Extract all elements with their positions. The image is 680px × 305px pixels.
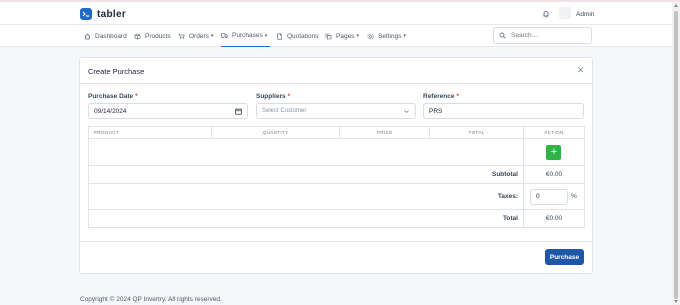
suppliers-label: Suppliers * (256, 93, 291, 100)
gear-icon (367, 33, 374, 39)
file-icon (277, 33, 282, 39)
nav-label: Purchases (232, 32, 263, 39)
total-value: €0.00 (522, 209, 586, 228)
chevron-down-icon: ▾ (356, 33, 359, 39)
chevron-down-icon: ▾ (264, 32, 268, 39)
taxes-label: Taxes: (88, 183, 524, 210)
nav-label: Quotations (287, 32, 319, 40)
card-header: Create Purchase ✕ (80, 58, 592, 84)
card-footer-divider (80, 241, 592, 242)
reference-input[interactable]: PRS (423, 103, 584, 119)
package-icon (134, 33, 141, 39)
user-avatar[interactable] (559, 7, 571, 19)
taxes-input[interactable]: 0 (529, 188, 568, 205)
subtotal-value: €0.00 (522, 165, 586, 184)
column-header-total: TOTAL (429, 126, 524, 139)
purchase-date-value: 09/14/2024 (94, 107, 127, 115)
nav-item-orders[interactable]: Orders ▾ (178, 25, 213, 47)
notification-bell-icon[interactable] (542, 10, 550, 20)
add-row: + (88, 138, 586, 166)
nav-item-quotations[interactable]: Quotations (276, 25, 318, 47)
home-icon (84, 33, 91, 39)
create-purchase-card: Create Purchase ✕ Purchase Date * 09/14/2… (79, 57, 593, 274)
footer-copyright: Copyright © 2024 QP Invertry. All rights… (80, 296, 222, 303)
purchase-date-field[interactable]: 09/14/2024 (88, 103, 248, 119)
table-header-row: PRODUCT QUANTITY PRICE TOTAL ACTION (88, 126, 586, 139)
nav-label: Products (145, 32, 171, 40)
nav-item-products[interactable]: Products (134, 25, 171, 47)
subtotal-row: Subtotal €0.00 (88, 165, 586, 184)
taxes-row: Taxes: 0 % (88, 183, 586, 210)
reference-value: PRS (429, 107, 443, 115)
total-label: Total (88, 209, 524, 228)
supplier-select[interactable]: Select Customer (256, 103, 416, 119)
supplier-placeholder: Select Customer (262, 108, 307, 114)
chevron-down-icon (404, 110, 409, 113)
reference-label: Reference * (423, 93, 459, 100)
cart-icon (178, 33, 185, 39)
nav-label: Settings (378, 32, 402, 40)
truck-icon (221, 33, 228, 39)
calendar-icon[interactable] (235, 108, 242, 115)
purchase-date-label: Purchase Date * (88, 93, 138, 100)
chevron-down-icon: ▾ (403, 33, 407, 39)
nav-label: Dashboard (95, 32, 127, 40)
column-header-product: PRODUCT (88, 126, 212, 139)
brand-name: tabler (97, 8, 127, 20)
column-header-action: ACTION (522, 126, 586, 139)
copy-icon (325, 33, 332, 39)
close-icon[interactable]: ✕ (577, 66, 585, 75)
top-navbar: tabler Admin (0, 2, 672, 25)
user-name[interactable]: Admin (576, 11, 594, 18)
nav-label: Pages (336, 32, 355, 40)
nav-label: Orders (189, 32, 209, 40)
scroll-down-arrow-icon[interactable] (674, 300, 678, 303)
chevron-down-icon: ▾ (210, 33, 214, 39)
add-product-button[interactable]: + (546, 144, 562, 160)
tabler-logo-icon (80, 8, 92, 20)
column-header-quantity: QUANTITY (210, 126, 341, 139)
brand-logo[interactable]: tabler (80, 8, 126, 20)
taxes-percent-unit: % (570, 193, 577, 200)
scroll-up-arrow-icon[interactable] (674, 4, 678, 7)
column-header-price: PRICE (339, 126, 431, 139)
subtotal-label: Subtotal (88, 165, 524, 184)
purchase-button[interactable]: Purchase (545, 249, 584, 265)
scrollbar-thumb[interactable] (674, 11, 678, 299)
search-icon (499, 32, 506, 39)
search-input[interactable] (511, 32, 586, 39)
total-row: Total €0.00 (88, 209, 586, 228)
purchase-items-table: PRODUCT QUANTITY PRICE TOTAL ACTION + Su… (88, 126, 586, 228)
nav-item-dashboard[interactable]: Dashboard (84, 25, 127, 47)
search-box[interactable] (493, 27, 592, 44)
nav-item-purchases[interactable]: Purchases ▾ (221, 25, 271, 47)
card-title: Create Purchase (88, 67, 145, 76)
plus-icon: + (550, 145, 558, 158)
nav-item-settings[interactable]: Settings ▾ (367, 25, 406, 47)
nav-item-pages[interactable]: Pages ▾ (325, 25, 359, 47)
